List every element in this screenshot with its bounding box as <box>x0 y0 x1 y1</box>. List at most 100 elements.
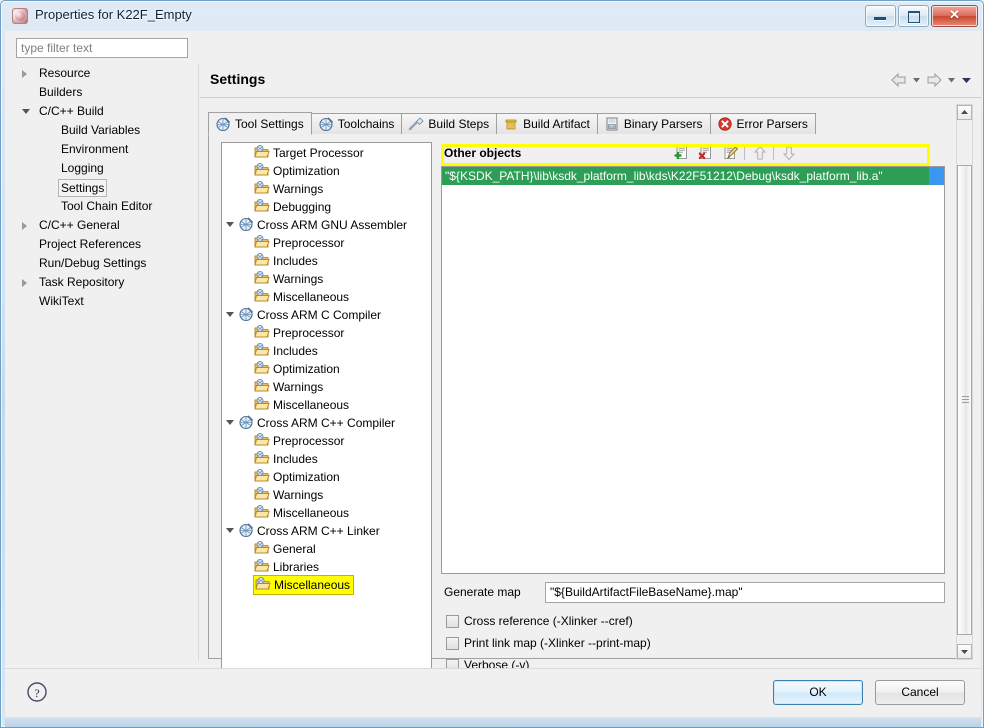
tab-error-parsers[interactable]: Error Parsers <box>709 113 816 134</box>
tab-label: Build Artifact <box>523 117 590 131</box>
sidebar-item-label: Environment <box>61 142 129 156</box>
view-menu-icon[interactable] <box>960 73 971 87</box>
tool-tree-item[interactable]: Optimization <box>222 359 431 377</box>
tool-tree-item[interactable]: Miscellaneous <box>222 503 431 521</box>
generate-map-input[interactable]: "${BuildArtifactFileBaseName}.map" <box>545 582 945 603</box>
tool-tree-item[interactable]: Preprocessor <box>222 233 431 251</box>
cross-reference-row[interactable]: Cross reference (-Xlinker --cref) <box>441 611 945 633</box>
tab-build-steps[interactable]: Build Steps <box>401 113 498 134</box>
minimize-button[interactable] <box>865 5 896 27</box>
chevron-down-icon[interactable] <box>226 312 234 317</box>
sidebar-item-project-references[interactable]: Project References <box>16 235 198 254</box>
sidebar-item-wikitext[interactable]: WikiText <box>16 292 198 311</box>
svg-text:?: ? <box>34 686 39 700</box>
back-dropdown-icon[interactable] <box>911 73 922 87</box>
folder-icon <box>254 486 270 502</box>
tool-tree-item[interactable]: Miscellaneous <box>222 395 431 413</box>
tab-tool-settings[interactable]: Tool Settings <box>208 112 312 135</box>
tool-tree-item-content: Cross ARM GNU Assembler <box>238 216 407 232</box>
tool-tree-item-label: Miscellaneous <box>273 397 350 412</box>
chevron-down-icon[interactable] <box>22 109 30 114</box>
scroll-thumb[interactable] <box>957 165 972 635</box>
search-input[interactable]: type filter text <box>16 38 188 58</box>
tool-tree-item[interactable]: Cross ARM C Compiler <box>222 305 431 323</box>
tool-tree-item[interactable]: Libraries <box>222 557 431 575</box>
sidebar-item-run-debug-settings[interactable]: Run/Debug Settings <box>16 254 198 273</box>
tool-tree-item-label: Cross ARM C++ Compiler <box>257 415 396 430</box>
cancel-button[interactable]: Cancel <box>875 680 965 705</box>
dialog-button-bar: ? OK Cancel <box>5 668 981 717</box>
scroll-up-button[interactable] <box>957 105 972 120</box>
sidebar-item-tool-chain-editor[interactable]: Tool Chain Editor <box>16 197 198 216</box>
scroll-down-button[interactable] <box>957 644 972 659</box>
forward-arrow-icon[interactable] <box>925 72 943 88</box>
navigation-tree[interactable]: Resource Builders C/C++ Build Build Variabl… <box>16 64 199 661</box>
tool-tree-item[interactable]: Preprocessor <box>222 431 431 449</box>
tool-tree-item-content: Warnings <box>254 180 323 196</box>
tool-tree-item[interactable]: Includes <box>222 449 431 467</box>
tool-options-tree[interactable]: Target Processor Optimization Warnings Debu… <box>221 142 432 688</box>
tool-tree-item[interactable]: Includes <box>222 251 431 269</box>
sidebar-item-settings[interactable]: Settings <box>16 178 198 197</box>
list-item[interactable]: "${KSDK_PATH}\lib\ksdk_platform_lib\kds\… <box>442 167 944 185</box>
tool-tree-item[interactable]: Warnings <box>222 377 431 395</box>
help-icon[interactable]: ? <box>26 681 48 703</box>
tool-tree-item-label: Optimization <box>273 163 340 178</box>
tab-toolchains[interactable]: Toolchains <box>310 113 403 134</box>
tool-tree-item[interactable]: General <box>222 539 431 557</box>
edit-object-button[interactable] <box>722 144 740 162</box>
tool-tree-item[interactable]: Debugging <box>222 197 431 215</box>
back-arrow-icon[interactable] <box>890 72 908 88</box>
tool-tree-item[interactable]: Includes <box>222 341 431 359</box>
sidebar-item-build-variables[interactable]: Build Variables <box>16 121 198 140</box>
window-bottom-edge <box>5 718 981 727</box>
sidebar-item-logging[interactable]: Logging <box>16 159 198 178</box>
other-objects-list[interactable]: "${KSDK_PATH}\lib\ksdk_platform_lib\kds\… <box>441 166 945 574</box>
sidebar-item-builders[interactable]: Builders <box>16 83 198 102</box>
print-link-map-row[interactable]: Print link map (-Xlinker --print-map) <box>441 633 945 655</box>
generate-map-row: Generate map "${BuildArtifactFileBaseNam… <box>441 582 945 604</box>
sidebar-item-task-repository[interactable]: Task Repository <box>16 273 198 292</box>
tool-tree-item-content: Miscellaneous <box>254 504 349 520</box>
sidebar-item-c-c-general[interactable]: C/C++ General <box>16 216 198 235</box>
tab-binary-parsers[interactable]: 010 Binary Parsers <box>596 113 711 134</box>
tool-tree-item[interactable]: Warnings <box>222 485 431 503</box>
tool-tree-item[interactable]: Miscellaneous <box>222 287 431 305</box>
tool-tree-item[interactable]: Cross ARM C++ Linker <box>222 521 431 539</box>
close-button[interactable]: ✕ <box>931 5 978 27</box>
tool-tree-item-label: General <box>273 541 316 556</box>
chevron-down-icon[interactable] <box>226 222 234 227</box>
tool-icon <box>238 216 254 232</box>
chevron-right-icon[interactable] <box>22 70 27 78</box>
print-link-map-checkbox[interactable] <box>446 637 459 650</box>
sidebar-item-environment[interactable]: Environment <box>16 140 198 159</box>
folder-icon <box>255 576 271 592</box>
chevron-right-icon[interactable] <box>22 222 27 230</box>
cross-reference-checkbox[interactable] <box>446 615 459 628</box>
chevron-down-icon[interactable] <box>226 420 234 425</box>
tool-tree-item[interactable]: Warnings <box>222 269 431 287</box>
sidebar-item-c-c-build[interactable]: C/C++ Build <box>16 102 198 121</box>
folder-icon <box>254 540 270 556</box>
chevron-right-icon[interactable] <box>22 279 27 287</box>
maximize-button[interactable] <box>898 5 929 27</box>
sidebar-item-resource[interactable]: Resource <box>16 64 198 83</box>
tool-tree-item[interactable]: Miscellaneous <box>222 574 431 595</box>
tool-tree-item[interactable]: Warnings <box>222 179 431 197</box>
tab-build-artifact[interactable]: Build Artifact <box>496 113 598 134</box>
settings-page-scrollbar[interactable] <box>956 104 973 660</box>
tool-tree-item[interactable]: Preprocessor <box>222 323 431 341</box>
ok-button[interactable]: OK <box>773 680 863 705</box>
tool-tree-item[interactable]: Optimization <box>222 161 431 179</box>
generate-map-label: Generate map <box>444 585 521 599</box>
tool-tree-item[interactable]: Target Processor <box>222 143 431 161</box>
chevron-down-icon[interactable] <box>226 528 234 533</box>
tool-tree-item[interactable]: Cross ARM GNU Assembler <box>222 215 431 233</box>
tool-tree-item[interactable]: Cross ARM C++ Compiler <box>222 413 431 431</box>
tool-tree-item[interactable]: Optimization <box>222 467 431 485</box>
tab-label: Build Steps <box>428 117 490 131</box>
delete-object-button[interactable] <box>698 144 716 162</box>
forward-dropdown-icon[interactable] <box>946 73 957 87</box>
add-object-button[interactable] <box>674 144 692 162</box>
sidebar-item-label: C/C++ General <box>39 218 120 232</box>
